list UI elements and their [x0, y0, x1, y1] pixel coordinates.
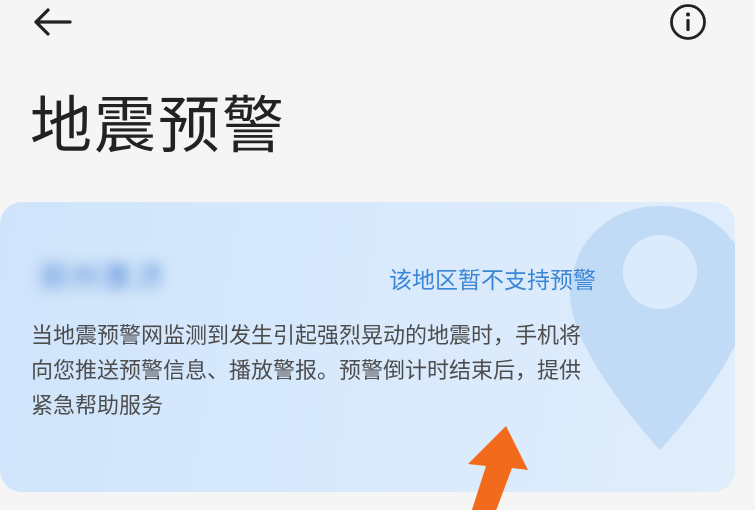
- feature-description: 当地震预警网监测到发生引起强烈晃动的地震时，手机将向您推送预警信息、播放警报。预…: [31, 324, 582, 419]
- page-title: 地震预警: [30, 89, 287, 162]
- info-button[interactable]: [662, 0, 714, 44]
- top-bar: [0, 0, 755, 60]
- annotation-arrow: [468, 426, 528, 510]
- earthquake-warning-card[interactable]: 郑州惠济 该地区暂不支持预警 当地震预警网监测到发生引起强烈晃动的地震时，手机将…: [0, 202, 735, 492]
- location-name: 郑州惠济: [38, 261, 166, 296]
- info-circle-icon: [670, 4, 706, 40]
- arrow-left-icon: [34, 8, 72, 36]
- back-button[interactable]: [24, 0, 80, 44]
- region-status-link[interactable]: 该地区暂不支持预警: [389, 265, 596, 297]
